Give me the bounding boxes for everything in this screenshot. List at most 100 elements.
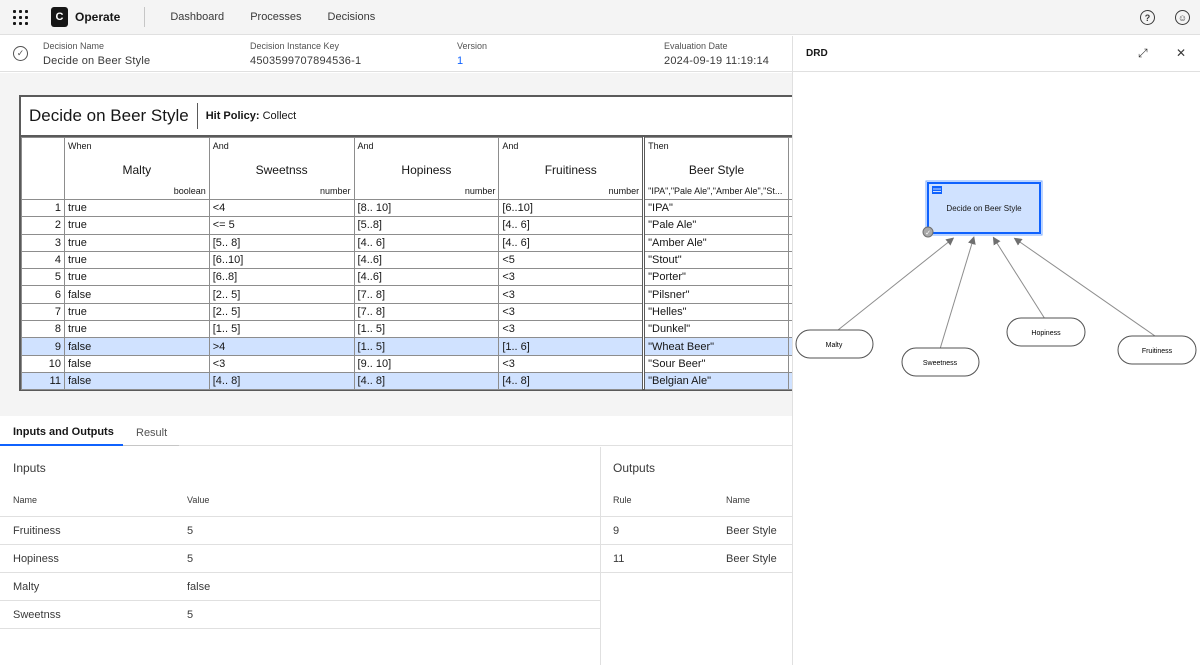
table-row[interactable]: 2 true <= 5 [5..8] [4.. 6] "Pale Ale": [21, 216, 792, 235]
input-name: Hopiness: [13, 553, 59, 565]
table-cell: "Pale Ale": [642, 216, 789, 235]
table-cell: [9.. 10]: [353, 354, 500, 373]
table-cell: <4: [208, 198, 355, 218]
table-cell: "Dunkel": [642, 320, 789, 339]
drd-diagram: Decide on Beer Style ✓ Malty Sweetness H…: [795, 180, 1197, 377]
rule-index: 11: [21, 371, 65, 391]
column-keyword: And: [502, 141, 519, 151]
column-header: When Malty boolean: [63, 137, 210, 200]
table-row[interactable]: 3 true [5.. 8] [4.. 6] [4.. 6] "Amber Ale": [21, 233, 792, 252]
table-cell: "IPA": [642, 198, 789, 218]
inputs-header-divider: [0, 489, 600, 517]
input-value: false: [187, 581, 211, 593]
drd-input-fruitiness-label: Fruitiness: [1142, 348, 1173, 355]
table-cell: false: [63, 354, 210, 373]
decision-table-icon: [932, 186, 942, 194]
app-name[interactable]: Operate: [75, 10, 120, 24]
column-name: Malty: [122, 163, 152, 177]
nav-processes[interactable]: Processes: [237, 0, 314, 35]
decision-name-field: Decision Name Decide on Beer Style: [43, 41, 150, 67]
completed-check-icon: ✓: [13, 46, 28, 61]
input-name: Sweetnss: [13, 609, 61, 621]
rule-index: 2: [21, 216, 65, 235]
table-cell: <3: [498, 268, 645, 287]
table-cell: [1.. 6]: [498, 337, 645, 356]
table-row[interactable]: 8 true [1.. 5] [1.. 5] <3 "Dunkel": [21, 320, 792, 339]
input-value: 5: [187, 553, 194, 565]
drd-decision-label: Decide on Beer Style: [946, 204, 1022, 213]
table-row[interactable]: 1 true <4 [8.. 10] [6..10] "IPA": [21, 198, 792, 218]
table-cell: [5..8]: [353, 216, 500, 235]
drd-input-sweetness-label: Sweetness: [923, 360, 958, 367]
drd-panel: DRD ⤢ ✕ Decide on Beer Style ✓ Malty Swe…: [792, 36, 1200, 665]
input-row: Malty false: [0, 573, 600, 601]
table-cell: <3: [498, 320, 645, 339]
column-keyword: When: [67, 141, 92, 151]
table-cell: [7.. 8]: [353, 302, 500, 322]
table-cell: [4.. 8]: [353, 371, 500, 391]
table-cell: [6..8]: [208, 268, 355, 287]
drd-input-hopiness-label: Hopiness: [1031, 330, 1061, 337]
drd-input-sweetness[interactable]: Sweetness: [901, 347, 980, 377]
table-cell: [6..10]: [498, 198, 645, 218]
inputs-panel: Inputs Name Value Fruitiness 5 Hopiness 5 Ma…: [0, 447, 600, 665]
nav-decisions[interactable]: Decisions: [315, 0, 389, 35]
table-cell: true: [63, 302, 210, 322]
app-switcher-icon[interactable]: [0, 0, 40, 35]
drd-input-fruitiness[interactable]: Fruitiness: [1117, 335, 1197, 365]
output-row: 9 Beer Style: [601, 517, 792, 545]
column-header: Then Beer Style "IPA","Pale Ale","Amber Al…: [642, 137, 789, 200]
rule-index-header: [21, 137, 65, 200]
divider: [144, 7, 146, 27]
table-cell: true: [63, 216, 210, 235]
output-name: Beer Style: [726, 525, 777, 537]
table-cell: "Sour Beer": [642, 354, 789, 373]
table-row[interactable]: 6 false [2.. 5] [7.. 8] <3 "Pilsner": [21, 285, 792, 304]
nav-dashboard[interactable]: Dashboard: [157, 0, 237, 35]
table-cell: "Stout": [642, 250, 789, 270]
column-name: Fruitiness: [544, 163, 597, 177]
version-link[interactable]: 1: [457, 55, 487, 67]
svg-text:✓: ✓: [925, 230, 931, 237]
table-row[interactable]: 7 true [2.. 5] [7.. 8] <3 "Helles": [21, 302, 792, 322]
table-cell: <= 5: [208, 216, 355, 235]
input-name: Malty: [13, 581, 40, 593]
rule-index: 10: [21, 354, 65, 373]
drd-input-hopiness[interactable]: Hopiness: [1006, 317, 1086, 347]
table-row[interactable]: 9 false >4 [1.. 5] [1.. 6] "Wheat Beer": [21, 337, 792, 356]
table-cell: [4.. 6]: [498, 216, 645, 235]
table-cell: "Pilsner": [642, 285, 789, 304]
evaluation-date-field: Evaluation Date 2024-09-19 11:19:14: [664, 41, 769, 67]
outputs-header-divider: [601, 489, 792, 517]
decision-name-label: Decision Name: [43, 41, 105, 51]
hit-policy: Hit Policy: Collect: [198, 110, 296, 122]
rule-index: 3: [21, 233, 65, 252]
instance-key-label: Decision Instance Key: [250, 41, 340, 51]
table-row[interactable]: 10 false <3 [9.. 10] <3 "Sour Beer": [21, 354, 792, 373]
column-keyword: And: [212, 141, 229, 151]
drd-input-malty[interactable]: Malty: [795, 329, 874, 359]
table-cell: true: [63, 250, 210, 270]
table-cell: [2.. 5]: [208, 285, 355, 304]
top-navigation-bar: C Operate Dashboard Processes Decisions …: [0, 0, 1200, 35]
table-cell: [7.. 8]: [353, 285, 500, 304]
drd-decision-node[interactable]: Decide on Beer Style: [925, 180, 1043, 236]
hit-policy-label: Hit Policy:: [205, 110, 260, 122]
table-row[interactable]: 11 false [4.. 8] [4.. 8] [4.. 8] "Belgian Ale…: [21, 371, 792, 391]
output-rule: 9: [613, 525, 620, 537]
table-cell: [4..6]: [353, 250, 500, 270]
edge-hopiness: [992, 236, 1046, 320]
tab-inputs-and-outputs[interactable]: Inputs and Outputs: [0, 420, 123, 446]
table-cell: "Helles": [642, 302, 789, 322]
table-row[interactable]: 5 true [6..8] [4..6] <3 "Porter": [21, 268, 792, 287]
table-cell: [1.. 5]: [353, 320, 500, 339]
rule-index: 9: [21, 337, 65, 356]
help-icon[interactable]: ?: [1140, 10, 1155, 25]
tab-result[interactable]: Result: [123, 420, 179, 446]
table-row[interactable]: 4 true [6..10] [4..6] <5 "Stout": [21, 250, 792, 270]
column-type: boolean: [173, 186, 206, 196]
output-rule: 11: [613, 553, 625, 565]
user-profile-icon[interactable]: ☺: [1175, 10, 1190, 25]
rule-index: 6: [21, 285, 65, 304]
hit-policy-value: Collect: [262, 110, 297, 122]
